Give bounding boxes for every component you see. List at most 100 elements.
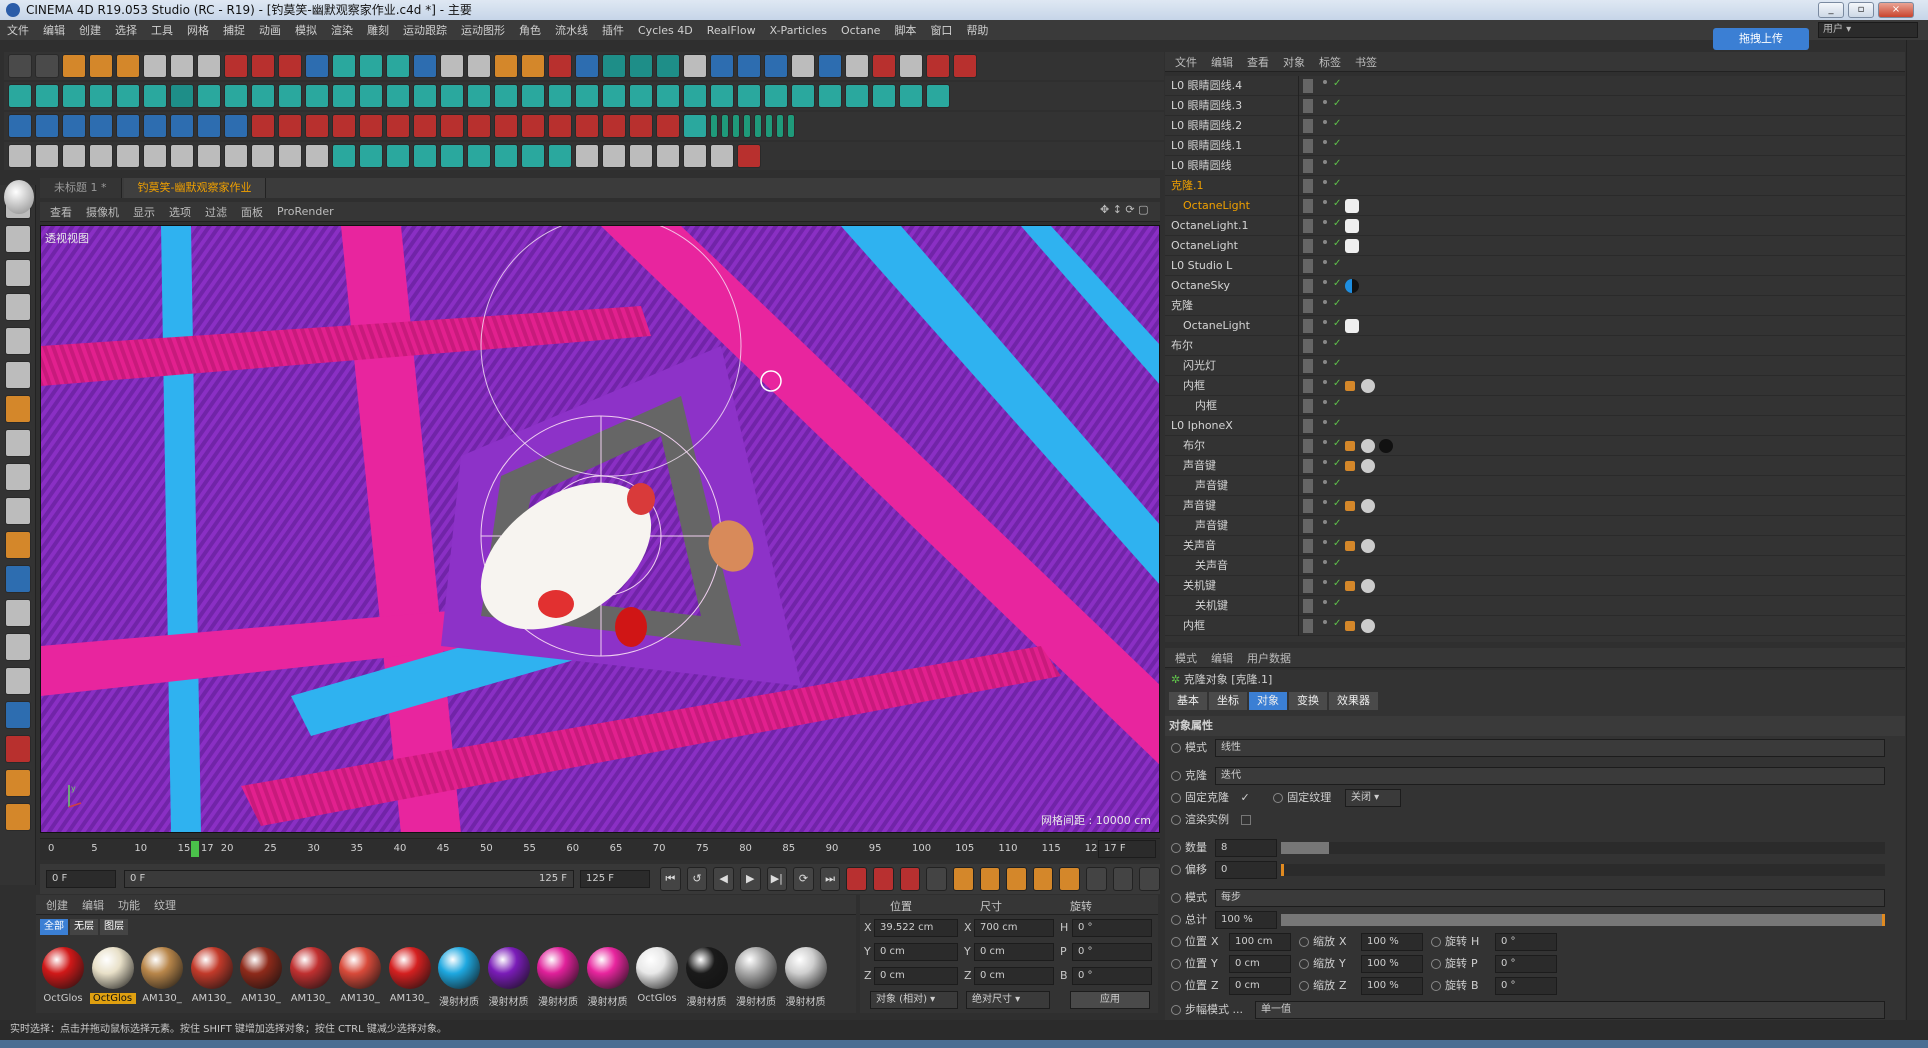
left-tool-icon[interactable] bbox=[5, 701, 31, 729]
document-tab[interactable]: 钓莫笑-幽默观察家作业 bbox=[123, 178, 267, 198]
octane-light-tag-icon[interactable] bbox=[1345, 219, 1359, 233]
object-row[interactable]: 关机键 ✓ bbox=[1165, 596, 1905, 616]
visibility-dot-icon[interactable] bbox=[1323, 220, 1327, 224]
tool-icon[interactable] bbox=[521, 144, 545, 168]
playback-button-icon[interactable]: ⏮ bbox=[660, 867, 681, 891]
playback-button-icon[interactable]: ⏭ bbox=[819, 867, 841, 891]
material-swatch[interactable]: 漫射材质 bbox=[535, 947, 581, 1011]
left-tool-icon[interactable] bbox=[5, 531, 31, 559]
object-row[interactable]: OctaneSky ✓ bbox=[1165, 276, 1905, 296]
layer-flag-icon[interactable] bbox=[1303, 119, 1333, 133]
tool-icon[interactable] bbox=[170, 144, 194, 168]
attr-menu-item[interactable]: 用户数据 bbox=[1247, 650, 1291, 666]
left-tool-icon[interactable] bbox=[5, 259, 31, 287]
tool-icon[interactable] bbox=[629, 54, 653, 78]
right-edge-tabs[interactable] bbox=[1906, 40, 1928, 1020]
tool-icon[interactable] bbox=[575, 54, 599, 78]
menu-item[interactable]: 角色 bbox=[512, 22, 548, 38]
layer-flag-icon[interactable] bbox=[1303, 339, 1333, 353]
coords-size-field[interactable]: 0 cm bbox=[974, 943, 1054, 961]
tool-icon[interactable] bbox=[251, 144, 275, 168]
left-tool-icon[interactable] bbox=[5, 395, 31, 423]
step-mode-radio[interactable] bbox=[1171, 1005, 1181, 1015]
menu-item[interactable]: 网格 bbox=[180, 22, 216, 38]
enabled-check-icon[interactable]: ✓ bbox=[1333, 578, 1341, 589]
playback-button-icon[interactable]: ◀ bbox=[713, 867, 734, 891]
material-menu-item[interactable]: 编辑 bbox=[82, 897, 104, 913]
tool-icon[interactable] bbox=[413, 114, 437, 138]
material-swatch[interactable]: 漫射材质 bbox=[783, 947, 829, 1011]
layer-flag-icon[interactable] bbox=[1303, 519, 1333, 533]
tool-icon[interactable] bbox=[764, 84, 788, 108]
left-tool-icon[interactable] bbox=[5, 361, 31, 389]
mode-select[interactable]: 线性 bbox=[1215, 739, 1885, 757]
mode2-radio[interactable] bbox=[1171, 893, 1181, 903]
total-slider[interactable] bbox=[1281, 914, 1885, 926]
tool-icon[interactable] bbox=[197, 54, 221, 78]
tool-icon[interactable] bbox=[89, 54, 113, 78]
xparticles-tool-icon[interactable] bbox=[754, 114, 762, 138]
tool-icon[interactable] bbox=[143, 54, 167, 78]
material-swatch[interactable]: AM130_ bbox=[139, 947, 185, 1011]
coords-rotation-field[interactable]: 0 ° bbox=[1072, 919, 1152, 937]
layer-flag-icon[interactable] bbox=[1303, 179, 1333, 193]
viewport-nav-icons[interactable]: ✥ ↕ ⟳ ▢ bbox=[1100, 203, 1160, 219]
enabled-check-icon[interactable]: ✓ bbox=[1333, 538, 1341, 549]
left-tool-icon[interactable] bbox=[5, 633, 31, 661]
enabled-check-icon[interactable]: ✓ bbox=[1333, 118, 1341, 129]
menu-item[interactable]: 捕捉 bbox=[216, 22, 252, 38]
xparticles-tool-icon[interactable] bbox=[710, 114, 718, 138]
menu-item[interactable]: 创建 bbox=[72, 22, 108, 38]
layer-flag-icon[interactable] bbox=[1303, 299, 1333, 313]
playback-button-icon[interactable] bbox=[952, 867, 974, 891]
visibility-dot-icon[interactable] bbox=[1323, 340, 1327, 344]
material-tag-icon[interactable] bbox=[1361, 579, 1375, 593]
layer-flag-icon[interactable] bbox=[1303, 279, 1333, 293]
scale-field[interactable]: 100 % bbox=[1361, 955, 1423, 973]
layer-flag-icon[interactable] bbox=[1303, 539, 1333, 553]
tool-icon[interactable] bbox=[278, 84, 302, 108]
document-tab[interactable]: 未标题 1 * bbox=[40, 178, 122, 198]
tool-icon[interactable] bbox=[359, 114, 383, 138]
material-tag-icon[interactable] bbox=[1379, 439, 1393, 453]
material-menu-item[interactable]: 创建 bbox=[46, 897, 68, 913]
tool-icon[interactable] bbox=[413, 54, 437, 78]
tool-icon[interactable] bbox=[575, 84, 599, 108]
apply-button[interactable]: 应用 bbox=[1070, 991, 1150, 1009]
material-swatch[interactable]: 漫射材质 bbox=[733, 947, 779, 1011]
tool-icon[interactable] bbox=[62, 144, 86, 168]
tool-icon[interactable] bbox=[521, 114, 545, 138]
clone-select[interactable]: 迭代 bbox=[1215, 767, 1885, 785]
visibility-dot-icon[interactable] bbox=[1323, 460, 1327, 464]
material-swatch[interactable]: AM130_ bbox=[387, 947, 433, 1011]
rot-radio[interactable] bbox=[1431, 959, 1441, 969]
fixed-clone-checkbox[interactable]: ✓ bbox=[1241, 791, 1250, 804]
playback-button-icon[interactable] bbox=[873, 867, 894, 891]
object-row[interactable]: L0 眼睛圆线 ✓ bbox=[1165, 156, 1905, 176]
tool-icon[interactable] bbox=[629, 84, 653, 108]
material-menu-item[interactable]: 功能 bbox=[118, 897, 140, 913]
visibility-dot-icon[interactable] bbox=[1323, 120, 1327, 124]
viewport-menu-item[interactable]: 选项 bbox=[169, 204, 191, 220]
menu-item[interactable]: 模拟 bbox=[288, 22, 324, 38]
tool-icon[interactable] bbox=[143, 114, 167, 138]
tool-icon[interactable] bbox=[386, 144, 410, 168]
tool-icon[interactable] bbox=[8, 54, 32, 78]
octane-light-tag-icon[interactable] bbox=[1345, 199, 1359, 213]
tool-icon[interactable] bbox=[602, 84, 626, 108]
tool-icon[interactable] bbox=[656, 54, 680, 78]
tool-icon[interactable] bbox=[386, 114, 410, 138]
playback-button-icon[interactable] bbox=[1112, 867, 1134, 891]
left-tool-icon[interactable] bbox=[5, 599, 31, 627]
material-swatch[interactable]: OctGlos bbox=[89, 947, 136, 1011]
xparticles-tool-icon[interactable] bbox=[787, 114, 795, 138]
scale-field[interactable]: 100 % bbox=[1361, 933, 1423, 951]
left-tool-icon[interactable] bbox=[5, 565, 31, 593]
playback-button-icon[interactable]: ▶ bbox=[739, 867, 761, 891]
enabled-check-icon[interactable]: ✓ bbox=[1333, 258, 1341, 269]
scale-radio[interactable] bbox=[1299, 959, 1309, 969]
tool-icon[interactable] bbox=[467, 84, 491, 108]
visibility-dot-icon[interactable] bbox=[1323, 140, 1327, 144]
menu-item[interactable]: 动画 bbox=[252, 22, 288, 38]
layer-flag-icon[interactable] bbox=[1303, 319, 1333, 333]
